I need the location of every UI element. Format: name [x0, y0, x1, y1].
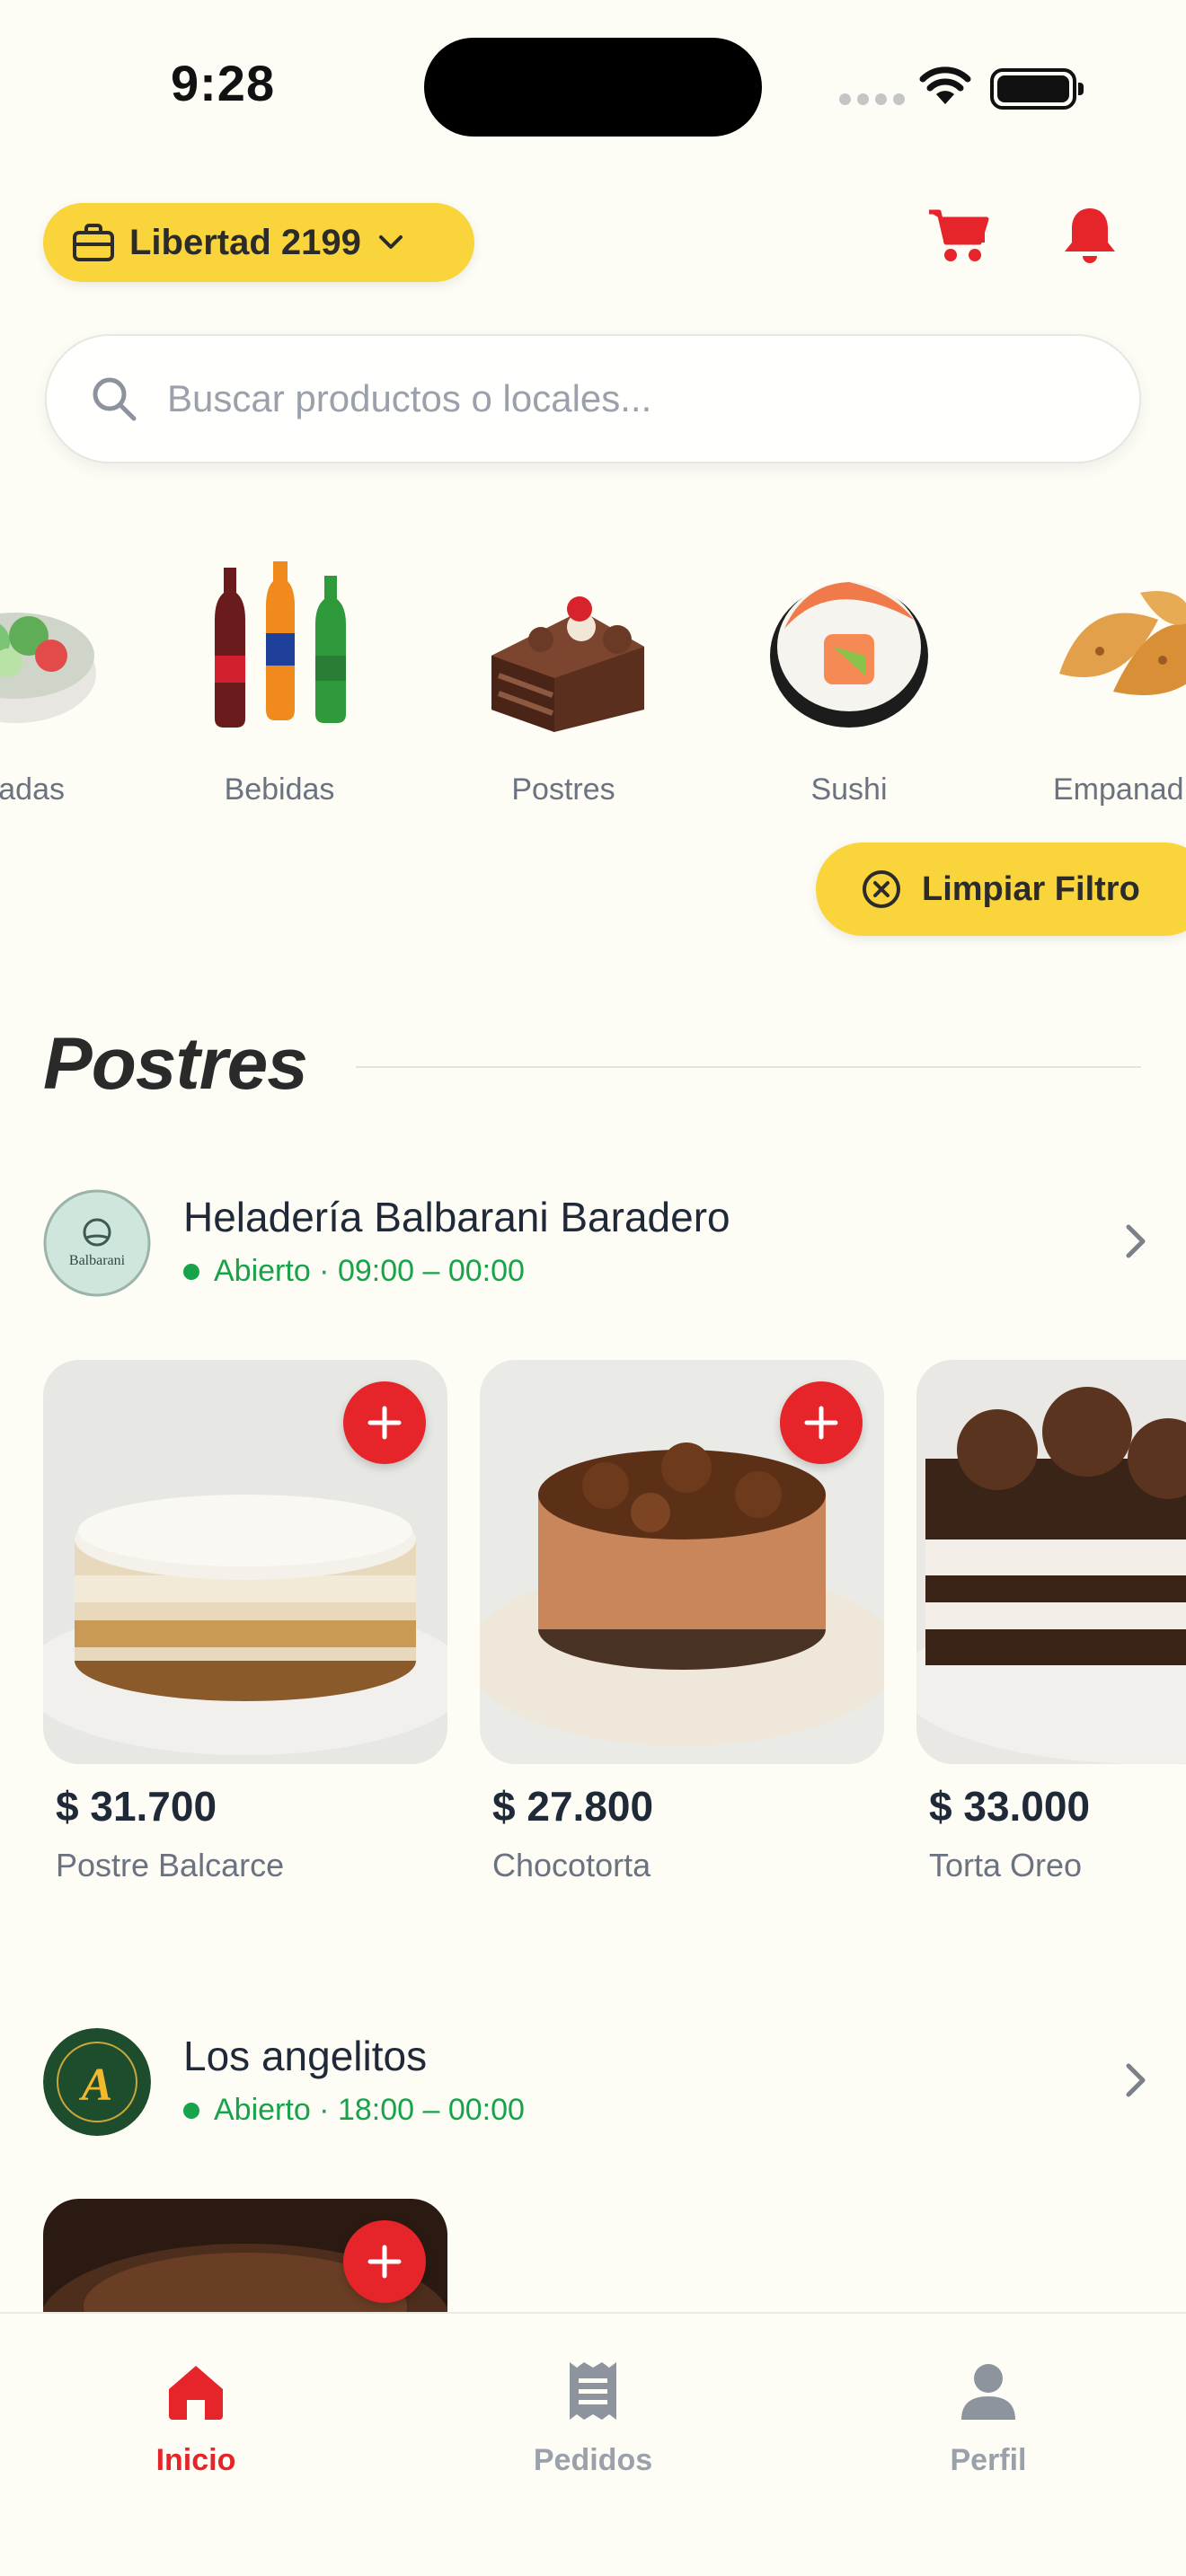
store-name: Los angelitos	[183, 2033, 428, 2079]
product-name: Torta Oreo	[929, 1847, 1083, 1883]
category-label: adas	[0, 772, 65, 807]
product-image	[916, 1360, 1186, 1764]
close-circle-icon	[863, 870, 900, 908]
cart-icon[interactable]	[927, 207, 990, 266]
cake-icon	[491, 596, 644, 732]
receipt-icon	[570, 2362, 616, 2420]
store-name: Heladería Balbarani Baradero	[183, 1194, 730, 1240]
bell-icon[interactable]	[1058, 205, 1121, 268]
briefcase-icon	[73, 224, 114, 261]
product-image	[480, 1360, 884, 1764]
product-name: Postre Balcarce	[56, 1847, 285, 1883]
nav-label: Inicio	[155, 2443, 236, 2477]
clear-filter-label: Limpiar Filtro	[922, 869, 1140, 908]
product-price: $ 27.800	[492, 1783, 654, 1830]
category-label: Postres	[511, 772, 615, 807]
category-bebidas[interactable]: Bebidas	[167, 548, 392, 817]
product-card[interactable]: $ 31.700 Postre Balcarce	[43, 1360, 447, 1883]
cellular-signal-icon	[839, 93, 905, 105]
chevron-down-icon	[378, 235, 403, 249]
category-label: Sushi	[810, 772, 888, 807]
open-status-dot	[183, 1263, 199, 1280]
location-selector[interactable]: Libertad 2199	[43, 203, 474, 282]
product-card[interactable]: $ 33.000 Torta Oreo	[916, 1360, 1186, 1883]
plus-icon	[367, 1406, 402, 1440]
profile-icon	[961, 2364, 1015, 2420]
sushi-icon	[770, 582, 928, 728]
store-hours: Abierto · 09:00 – 00:00	[214, 1254, 525, 1288]
category-postres[interactable]: Postres	[451, 548, 676, 817]
store-status: Abierto · 09:00 – 00:00	[183, 1254, 525, 1289]
section-title: Postres	[43, 1023, 308, 1105]
store-header[interactable]: Balbarani Heladería Balbarani Baradero A…	[43, 1189, 1148, 1297]
product-name: Chocotorta	[492, 1847, 651, 1883]
store-status: Abierto · 18:00 – 00:00	[183, 2093, 525, 2128]
add-to-cart-button[interactable]	[780, 1381, 863, 1464]
nav-perfil[interactable]: Perfil	[854, 2359, 1123, 2478]
bottom-navigation: Inicio Pedidos Perfil	[0, 2312, 1186, 2576]
category-empanadas[interactable]: Empanad	[1028, 548, 1186, 817]
nav-label: Perfil	[950, 2443, 1027, 2477]
store-header[interactable]: A Los angelitos Abierto · 18:00 – 00:00	[43, 2028, 1148, 2136]
product-price: $ 33.000	[929, 1783, 1091, 1830]
empanada-icon	[1059, 591, 1186, 695]
chevron-right-icon	[1126, 2063, 1146, 2097]
section-divider	[356, 1066, 1141, 1068]
battery-icon	[990, 68, 1084, 110]
plus-icon	[804, 1406, 838, 1440]
dynamic-island	[424, 38, 762, 137]
clear-filter-button[interactable]: Limpiar Filtro	[816, 842, 1186, 936]
category-ensaladas[interactable]: adas	[0, 548, 128, 817]
search-icon	[93, 377, 137, 421]
nav-pedidos[interactable]: Pedidos	[458, 2359, 728, 2478]
search-input[interactable]	[167, 377, 1066, 420]
svg-text:A: A	[79, 2060, 113, 2111]
location-label: Libertad 2199	[129, 222, 361, 262]
svg-text:Balbarani: Balbarani	[69, 1253, 126, 1268]
search-bar[interactable]	[45, 334, 1141, 463]
product-card[interactable]: $ 27.800 Chocotorta	[480, 1360, 884, 1883]
nav-inicio[interactable]: Inicio	[61, 2359, 331, 2478]
category-label: Bebidas	[224, 772, 335, 807]
store-logo: Balbarani	[43, 1189, 151, 1297]
category-sushi[interactable]: Sushi	[737, 548, 961, 817]
drinks-icon	[215, 561, 346, 728]
wifi-icon	[919, 66, 971, 104]
store-hours: Abierto · 18:00 – 00:00	[214, 2093, 525, 2127]
open-status-dot	[183, 2102, 199, 2119]
add-to-cart-button[interactable]	[343, 2220, 426, 2303]
chevron-right-icon	[1126, 1224, 1146, 1258]
status-bar: 9:28	[0, 0, 1186, 171]
product-image	[43, 1360, 447, 1764]
category-label: Empanad	[1053, 772, 1184, 807]
add-to-cart-button[interactable]	[343, 1381, 426, 1464]
home-screen: 9:28 Libertad 2199 Buscar productos o lo…	[0, 0, 1186, 2576]
product-price: $ 31.700	[56, 1783, 217, 1830]
store-logo: A	[43, 2028, 151, 2136]
status-time: 9:28	[171, 55, 276, 111]
plus-icon	[367, 2245, 402, 2279]
salad-icon	[0, 613, 96, 723]
home-icon	[169, 2366, 223, 2420]
nav-label: Pedidos	[533, 2443, 653, 2477]
